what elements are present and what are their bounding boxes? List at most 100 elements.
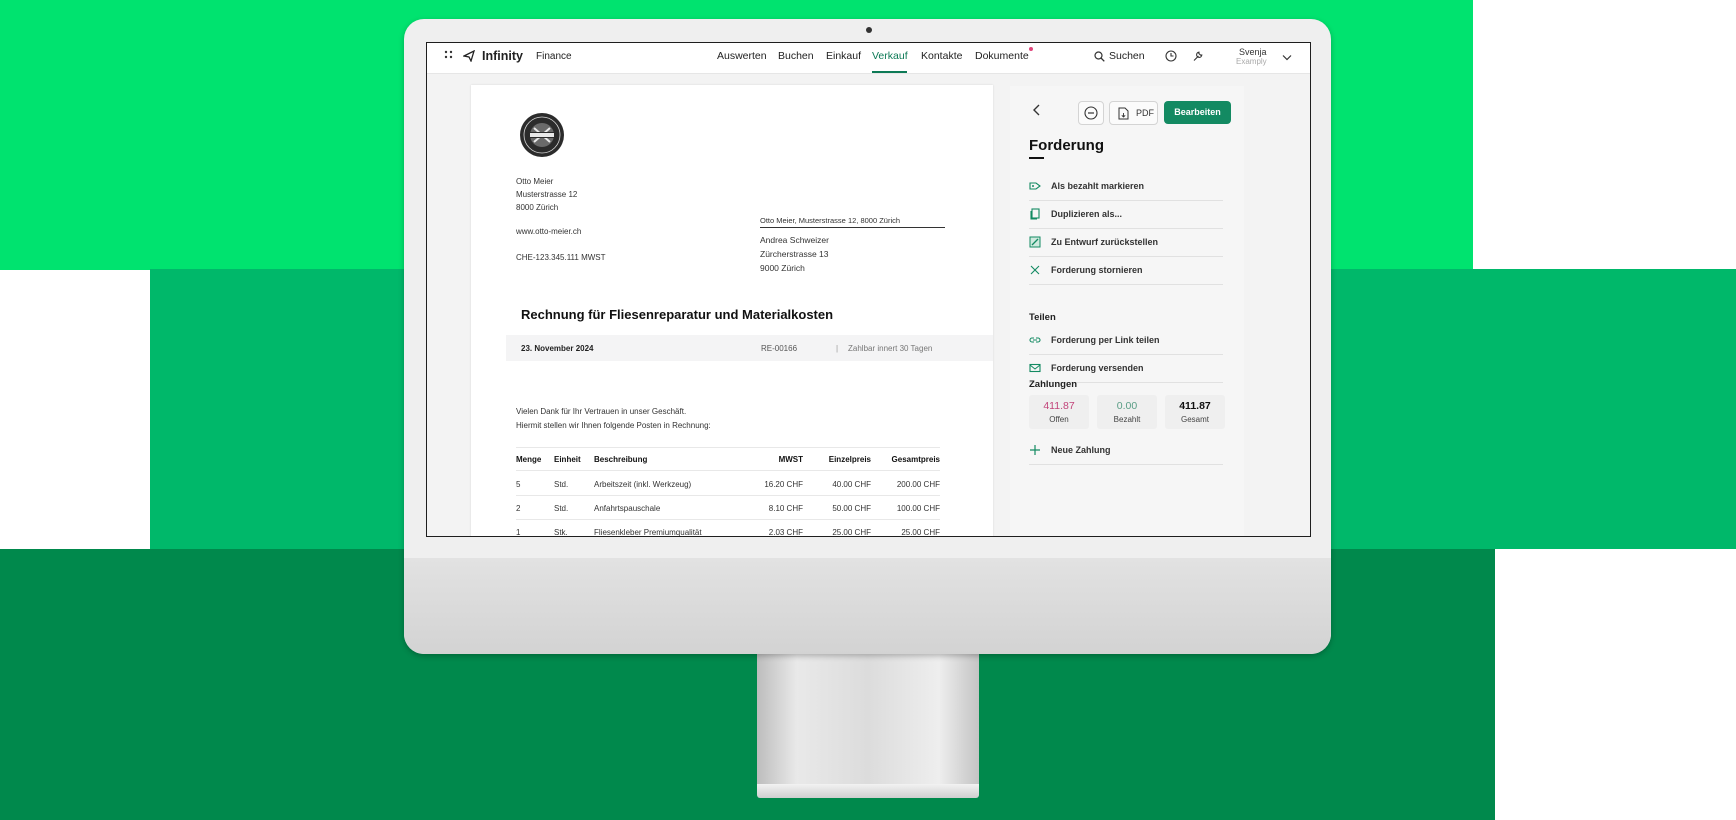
user-name[interactable]: Svenja — [1239, 47, 1267, 57]
table-header-rule — [516, 470, 940, 471]
payment-paid-value: 0.00 — [1116, 400, 1138, 412]
document-preview-area[interactable]: Otto Meier Musterstrasse 12 8000 Zürich … — [427, 74, 995, 536]
cancel-claim-action[interactable]: Forderung stornieren — [1029, 258, 1223, 285]
col-header-beschreibung: Beschreibung — [594, 455, 648, 464]
new-payment-action[interactable]: Neue Zahlung — [1029, 438, 1223, 465]
return-address-divider — [760, 227, 945, 228]
user-organization: Examply — [1236, 57, 1267, 66]
payment-open-label: Offen — [1049, 415, 1069, 424]
edit-button[interactable]: Bearbeiten — [1164, 101, 1231, 124]
nav-kontakte[interactable]: Kontakte — [921, 50, 962, 62]
recipient-name: Andrea Schweizer — [760, 235, 829, 245]
payment-open-box: 411.87 Offen — [1029, 395, 1089, 429]
table-cell: Arbeitszeit (inkl. Werkzeug) — [594, 480, 692, 489]
active-nav-indicator — [872, 71, 907, 73]
app-grid-icon[interactable] — [444, 50, 453, 62]
reset-to-draft-action[interactable]: Zu Entwurf zurückstellen — [1029, 230, 1223, 257]
table-cell: Std. — [554, 504, 569, 513]
monitor-chin — [404, 558, 1331, 654]
plus-icon — [1030, 445, 1040, 455]
payment-paid-box: 0.00 Bezahlt — [1097, 395, 1157, 429]
wrench-settings-icon[interactable] — [1192, 50, 1204, 65]
payment-total-value: 411.87 — [1179, 400, 1211, 412]
invoice-number: RE-00166 — [761, 344, 798, 353]
table-cell: Std. — [554, 480, 569, 489]
company-seal-logo — [520, 113, 564, 157]
nav-einkauf[interactable]: Einkauf — [826, 50, 861, 62]
meta-separator: | — [836, 344, 839, 353]
link-icon — [1029, 337, 1041, 343]
pdf-file-icon — [1118, 107, 1129, 120]
infinity-logo-icon — [462, 49, 476, 65]
nav-auswerten[interactable]: Auswerten — [717, 50, 767, 62]
table-cell: 200.00 CHF — [896, 480, 940, 489]
table-cell: Stk. — [554, 528, 568, 537]
table-cell: 8.10 CHF — [768, 504, 803, 513]
payment-paid-label: Bezahlt — [1113, 415, 1141, 424]
notification-dot — [1029, 47, 1033, 51]
invoice-date: 23. November 2024 — [521, 344, 594, 353]
table-cell: 2.03 CHF — [768, 528, 803, 537]
table-cell: 2 — [516, 504, 521, 513]
table-cell: 25.00 CHF — [832, 528, 871, 537]
table-cell: Anfahrtspauschale — [594, 504, 661, 513]
table-cell: 25.00 CHF — [901, 528, 940, 537]
action-label: Duplizieren als... — [1051, 209, 1123, 219]
invoice-paper: Otto Meier Musterstrasse 12 8000 Zürich … — [471, 85, 993, 537]
nav-dokumente[interactable]: Dokumente — [975, 50, 1029, 62]
pdf-button[interactable]: PDF — [1109, 101, 1158, 125]
nav-verkauf[interactable]: Verkauf — [872, 50, 908, 62]
payments-section-title: Zahlungen — [1029, 379, 1078, 390]
side-panel: PDF Bearbeiten Forderung Als bezahlt mar… — [995, 74, 1310, 536]
col-header-einheit: Einheit — [554, 455, 581, 464]
panel-title: Forderung — [1029, 137, 1104, 154]
chevron-down-icon[interactable] — [1282, 52, 1292, 64]
sender-website: www.otto-meier.ch — [516, 227, 582, 236]
action-label: Forderung stornieren — [1051, 265, 1143, 275]
payment-terms: Zahlbar innert 30 Tagen — [848, 344, 933, 353]
camera-dot — [866, 27, 872, 33]
table-row-rule — [516, 495, 940, 496]
sender-name: Otto Meier — [516, 177, 554, 186]
action-label: Zu Entwurf zurückstellen — [1051, 237, 1159, 247]
sender-city: 8000 Zürich — [516, 203, 559, 212]
history-clock-icon[interactable] — [1165, 50, 1177, 65]
monitor: Infinity Finance Auswerten Buchen Einkau… — [404, 19, 1331, 654]
col-header-einzelpreis: Einzelpreis — [828, 455, 871, 464]
table-cell: 1 — [516, 528, 521, 537]
top-navigation-bar: Infinity Finance Auswerten Buchen Einkau… — [427, 43, 1310, 74]
more-options-button[interactable] — [1078, 101, 1104, 125]
title-underline — [1029, 157, 1044, 159]
col-header-mwst: MWST — [778, 455, 803, 464]
close-icon — [1030, 265, 1040, 275]
table-top-rule — [516, 447, 940, 448]
table-cell: 50.00 CHF — [832, 504, 871, 513]
mark-as-paid-action[interactable]: Als bezahlt markieren — [1029, 174, 1223, 201]
duplicate-action[interactable]: Duplizieren als... — [1029, 202, 1223, 229]
monitor-stand — [757, 652, 979, 784]
sender-street: Musterstrasse 12 — [516, 190, 578, 199]
table-cell: 16.20 CHF — [764, 480, 803, 489]
action-label: Forderung versenden — [1051, 363, 1144, 373]
share-link-action[interactable]: Forderung per Link teilen — [1029, 328, 1223, 355]
edit-document-icon — [1029, 236, 1041, 248]
app-screen: Infinity Finance Auswerten Buchen Einkau… — [426, 42, 1311, 537]
table-row-rule — [516, 519, 940, 520]
app-name[interactable]: Infinity — [482, 49, 523, 63]
back-arrow-icon[interactable] — [1030, 103, 1044, 117]
search-label[interactable]: Suchen — [1109, 50, 1145, 62]
payment-total-box: 411.87 Gesamt — [1165, 395, 1225, 429]
monitor-stand-foot — [757, 784, 979, 798]
copy-icon — [1030, 208, 1040, 220]
col-header-menge: Menge — [516, 455, 542, 464]
invoice-meta-bar: 23. November 2024 RE-00166 | Zahlbar inn… — [506, 335, 993, 361]
pdf-button-label: PDF — [1136, 108, 1154, 118]
recipient-street: Zürcherstrasse 13 — [760, 249, 829, 259]
col-header-gesamtpreis: Gesamtpreis — [891, 455, 940, 464]
intro-line-2: Hiermit stellen wir Ihnen folgende Poste… — [516, 421, 711, 430]
module-name[interactable]: Finance — [536, 51, 572, 62]
nav-buchen[interactable]: Buchen — [778, 50, 814, 62]
search-icon[interactable] — [1094, 51, 1105, 65]
sender-vat-number: CHE-123.345.111 MWST — [516, 253, 606, 262]
action-label: Neue Zahlung — [1051, 445, 1111, 455]
